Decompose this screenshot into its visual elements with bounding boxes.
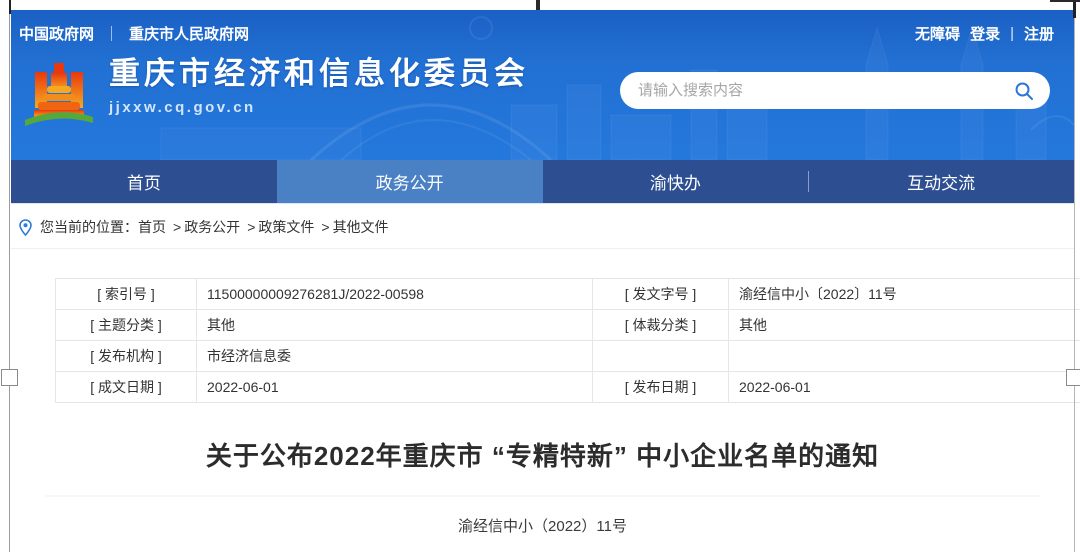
page: 中国政府网 ｜ 重庆市人民政府网 无障碍 登录 | 注册 bbox=[11, 10, 1074, 536]
link-chongqing-gov[interactable]: 重庆市人民政府网 bbox=[129, 23, 249, 44]
site-title: 重庆市经济和信息化委员会 bbox=[109, 56, 529, 92]
breadcrumb-label: 您当前的位置： bbox=[40, 217, 138, 237]
breadcrumb-gov-info[interactable]: 政务公开 bbox=[184, 217, 240, 237]
meta-value: 11500000009276281J/2022-00598 bbox=[197, 279, 593, 310]
location-pin-icon bbox=[19, 219, 32, 236]
breadcrumb-home[interactable]: 首页 bbox=[138, 217, 166, 237]
link-accessibility[interactable]: 无障碍 bbox=[915, 23, 960, 44]
document-number: 渝经信中小（2022）11号 bbox=[11, 515, 1074, 536]
breadcrumb-separator: > bbox=[173, 219, 181, 235]
selection-handle-right[interactable] bbox=[1066, 369, 1080, 386]
meta-label: [ 成文日期 ] bbox=[56, 372, 197, 403]
meta-value: 渝经信中小〔2022〕11号 bbox=[729, 279, 1080, 310]
breadcrumb-separator: > bbox=[247, 219, 255, 235]
meta-value: 市经济信息委 bbox=[197, 341, 593, 372]
breadcrumb-separator: > bbox=[321, 219, 329, 235]
page-title: 关于公布2022年重庆市 “专精特新” 中小企业名单的通知 bbox=[11, 436, 1074, 473]
selection-frame-left bbox=[9, 0, 10, 552]
link-register[interactable]: 注册 bbox=[1024, 23, 1054, 44]
agency-logo-icon bbox=[21, 56, 97, 132]
meta-value: 其他 bbox=[197, 310, 593, 341]
search-bar bbox=[620, 72, 1050, 109]
nav-item-gov-info[interactable]: 政务公开 bbox=[277, 160, 543, 203]
nav-item-home[interactable]: 首页 bbox=[11, 160, 277, 203]
selection-frame-topright-tick bbox=[1050, 0, 1080, 2]
selection-handle-left[interactable] bbox=[1, 369, 18, 386]
site-domain: jjxxw.cq.gov.cn bbox=[109, 99, 529, 116]
table-row: [ 主题分类 ] 其他 [ 体裁分类 ] 其他 bbox=[56, 310, 1080, 341]
link-china-gov[interactable]: 中国政府网 bbox=[19, 23, 94, 44]
meta-label: [ 发文字号 ] bbox=[593, 279, 729, 310]
main-nav: 首页 政务公开 渝快办 互动交流 bbox=[11, 160, 1074, 204]
meta-label bbox=[593, 341, 729, 372]
search-input[interactable] bbox=[636, 81, 1014, 100]
top-links-bar: 中国政府网 ｜ 重庆市人民政府网 无障碍 登录 | 注册 bbox=[11, 10, 1074, 44]
title-divider bbox=[45, 495, 1040, 497]
nav-item-interaction[interactable]: 互动交流 bbox=[808, 160, 1074, 203]
breadcrumb-other-files[interactable]: 其他文件 bbox=[333, 217, 389, 237]
link-login[interactable]: 登录 bbox=[970, 23, 1000, 44]
site-header: 中国政府网 ｜ 重庆市人民政府网 无障碍 登录 | 注册 bbox=[11, 10, 1074, 160]
breadcrumb-policy-files[interactable]: 政策文件 bbox=[258, 217, 314, 237]
selection-frame-top-tick bbox=[536, 0, 540, 10]
brand: 重庆市经济和信息化委员会 jjxxw.cq.gov.cn bbox=[21, 56, 529, 132]
meta-label: [ 体裁分类 ] bbox=[593, 310, 729, 341]
selection-frame-right bbox=[1074, 0, 1075, 552]
top-links-divider: ｜ bbox=[104, 23, 119, 44]
search-icon[interactable] bbox=[1014, 81, 1034, 101]
table-row: [ 成文日期 ] 2022-06-01 [ 发布日期 ] 2022-06-01 bbox=[56, 372, 1080, 403]
meta-label: [ 发布日期 ] bbox=[593, 372, 729, 403]
document-meta-table: [ 索引号 ] 11500000009276281J/2022-00598 [ … bbox=[55, 278, 1080, 403]
meta-value: 2022-06-01 bbox=[197, 372, 593, 403]
meta-label: [ 发布机构 ] bbox=[56, 341, 197, 372]
nav-item-yukuaiban[interactable]: 渝快办 bbox=[543, 160, 809, 203]
meta-label: [ 主题分类 ] bbox=[56, 310, 197, 341]
meta-label: [ 索引号 ] bbox=[56, 279, 197, 310]
meta-value: 其他 bbox=[729, 310, 1080, 341]
table-row: [ 索引号 ] 11500000009276281J/2022-00598 [ … bbox=[56, 279, 1080, 310]
meta-value bbox=[729, 341, 1080, 372]
breadcrumb: 您当前的位置： 首页 > 政务公开 > 政策文件 > 其他文件 bbox=[11, 204, 1074, 249]
table-row: [ 发布机构 ] 市经济信息委 bbox=[56, 341, 1080, 372]
meta-value: 2022-06-01 bbox=[729, 372, 1080, 403]
login-register-divider: | bbox=[1010, 25, 1014, 42]
